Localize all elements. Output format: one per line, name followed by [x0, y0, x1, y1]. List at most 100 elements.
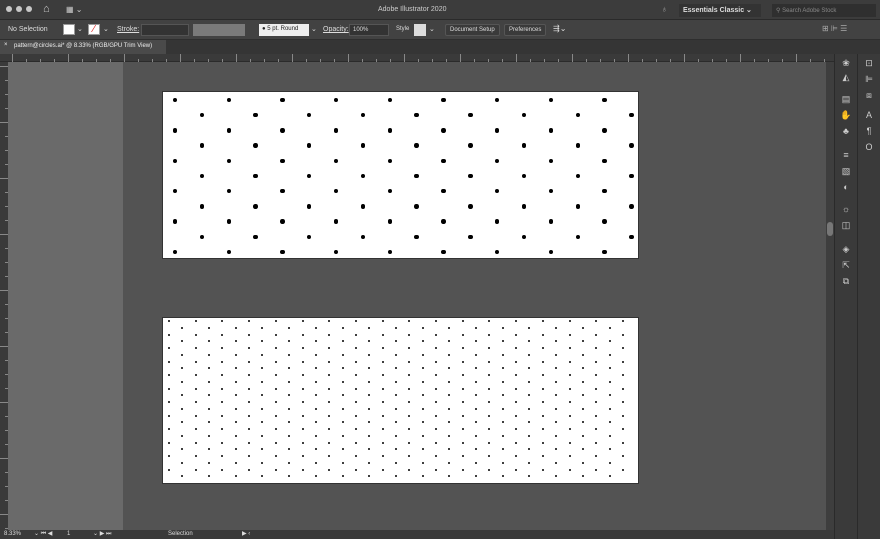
- artboards-icon[interactable]: ⧉: [840, 276, 852, 286]
- stroke-label[interactable]: Stroke:: [117, 26, 139, 33]
- pattern-dot: [221, 428, 224, 430]
- pattern-dot: [394, 340, 397, 343]
- artboard-small-dots[interactable]: [162, 317, 639, 484]
- pattern-dot: [341, 326, 344, 329]
- align-icon[interactable]: ⊞ ⊫ ☰: [822, 24, 847, 33]
- variable-width-profile[interactable]: [193, 24, 245, 36]
- opentype-icon[interactable]: O: [863, 142, 875, 152]
- pattern-dot: [314, 353, 317, 356]
- graphic-styles-icon[interactable]: ◫: [840, 220, 852, 230]
- pattern-dot: [441, 189, 446, 194]
- pathfinder-icon[interactable]: ⧈: [863, 90, 875, 100]
- swatches-icon[interactable]: ▤: [840, 94, 852, 104]
- zoom-dropdown-icon[interactable]: ⌄ ⏮ ◀: [34, 530, 52, 538]
- pattern-dot: [274, 360, 277, 363]
- pattern-dot: [602, 158, 607, 163]
- pattern-dot: [341, 421, 344, 424]
- document-setup-button[interactable]: Document Setup: [445, 24, 500, 36]
- pattern-dot: [501, 461, 504, 464]
- horizontal-ruler[interactable]: [0, 54, 834, 62]
- pattern-dot: [394, 475, 397, 478]
- layers-icon[interactable]: ◈: [840, 244, 852, 254]
- symbols-icon[interactable]: ♣: [840, 126, 852, 136]
- pattern-dot: [288, 394, 291, 397]
- pattern-dot: [461, 360, 464, 363]
- pattern-dot: [541, 428, 544, 430]
- status-menu-icon[interactable]: ▶ ‹: [242, 530, 250, 537]
- pattern-dot: [328, 347, 331, 349]
- pattern-dot: [208, 380, 211, 383]
- scrollbar-thumb[interactable]: [827, 222, 833, 236]
- pattern-dot: [194, 387, 197, 390]
- pattern-dot: [608, 421, 611, 424]
- pattern-dot: [172, 158, 178, 163]
- pattern-dot: [414, 113, 419, 118]
- pattern-dot: [341, 461, 344, 464]
- pattern-dot: [421, 367, 424, 370]
- pattern-dot: [328, 455, 331, 457]
- preferences-button[interactable]: Preferences: [504, 24, 547, 36]
- pattern-dot: [168, 455, 170, 457]
- status-tool[interactable]: Selection: [168, 531, 193, 537]
- export-icon[interactable]: ⇱: [840, 260, 852, 270]
- pattern-dot: [435, 360, 437, 363]
- pattern-dot: [301, 333, 304, 336]
- vertical-ruler[interactable]: [0, 62, 8, 530]
- paragraph-icon[interactable]: ¶: [863, 126, 875, 136]
- search-placeholder: Search Adobe Stock: [782, 8, 837, 14]
- chevron-down-icon[interactable]: ⌄: [103, 25, 109, 33]
- stroke-panel-icon[interactable]: ≡: [840, 150, 852, 160]
- align-panel-icon[interactable]: ⊫: [863, 74, 875, 84]
- chevron-down-icon[interactable]: ⌄: [77, 25, 83, 33]
- artboard-large-dots[interactable]: [162, 91, 639, 259]
- pattern-dot: [568, 387, 571, 390]
- pattern-dot: [595, 387, 598, 390]
- gradient-icon[interactable]: ▧: [840, 166, 852, 176]
- opacity-label[interactable]: Opacity:: [323, 26, 349, 33]
- pattern-dot: [181, 448, 184, 451]
- chevron-down-icon[interactable]: ⌄: [429, 25, 435, 33]
- color-guide-icon[interactable]: ◭: [840, 72, 852, 82]
- pattern-dot: [194, 455, 197, 457]
- pattern-dot: [354, 428, 357, 430]
- home-icon[interactable]: ⌂: [43, 3, 50, 15]
- pattern-dot: [475, 421, 478, 424]
- transform-icon[interactable]: ⊡: [863, 58, 875, 68]
- pattern-dot: [475, 367, 478, 370]
- zoom-window-button[interactable]: [26, 6, 32, 12]
- arrange-icon[interactable]: ⇶⌄: [553, 24, 566, 33]
- fill-swatch[interactable]: [63, 24, 75, 35]
- chevron-down-icon[interactable]: ⌄: [311, 25, 317, 33]
- zoom-level[interactable]: 8.33%: [4, 531, 21, 537]
- lightbulb-icon[interactable]: ♁: [661, 4, 668, 14]
- pattern-dot: [248, 441, 251, 444]
- workspace-label: Essentials Classic: [683, 7, 745, 14]
- transparency-icon[interactable]: ◐: [840, 182, 852, 192]
- graphic-style-swatch[interactable]: [414, 24, 426, 36]
- pasteboard: [8, 62, 123, 530]
- appearance-icon[interactable]: ☼: [840, 204, 852, 214]
- workspace-layout-icon[interactable]: ▦ ⌄: [66, 5, 82, 14]
- minimize-window-button[interactable]: [16, 6, 22, 12]
- character-icon[interactable]: A: [863, 110, 875, 120]
- stroke-weight-input[interactable]: [141, 24, 189, 36]
- pattern-dot: [194, 441, 197, 444]
- close-tab-icon[interactable]: ×: [4, 42, 8, 48]
- color-panel-icon[interactable]: ❀: [840, 58, 852, 68]
- stroke-swatch-none[interactable]: ⁄: [88, 24, 100, 35]
- pattern-dot: [314, 434, 317, 437]
- brush-definition[interactable]: ● 5 pt. Round: [259, 24, 309, 36]
- pattern-dot: [280, 158, 285, 163]
- close-window-button[interactable]: [6, 6, 12, 12]
- vertical-scrollbar[interactable]: [826, 62, 834, 530]
- artboard-nav-icons[interactable]: ⌄ ▶ ⏭: [93, 530, 111, 538]
- pattern-dot: [181, 461, 184, 464]
- brushes-icon[interactable]: ✋: [840, 110, 852, 120]
- artboard-number[interactable]: 1: [67, 531, 70, 537]
- pattern-dot: [468, 143, 473, 148]
- opacity-input[interactable]: 100%: [349, 24, 389, 36]
- stock-search-input[interactable]: ⚲ Search Adobe Stock: [772, 4, 876, 17]
- workspace-switcher[interactable]: Essentials Classic ⌄: [679, 4, 761, 17]
- pattern-dot: [575, 173, 580, 179]
- document-tab[interactable]: × pattern@circles.ai* @ 8.33% (RGB/GPU T…: [0, 40, 166, 54]
